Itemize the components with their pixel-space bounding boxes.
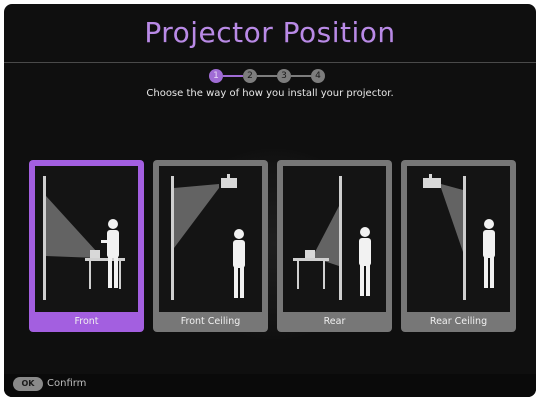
rear-ceiling-illustration — [407, 166, 510, 312]
instruction-text: Choose the way of how you install your p… — [146, 88, 394, 99]
option-rear-label: Rear — [323, 316, 346, 327]
page-title: Projector Position — [144, 16, 396, 49]
projector-position-screen: Projector Position 1 2 3 4 Choose the wa… — [4, 4, 536, 397]
option-front-label: Front — [74, 316, 99, 327]
option-rear[interactable]: Rear — [277, 160, 392, 332]
step-3: 3 — [277, 69, 291, 83]
front-ceiling-illustration — [159, 166, 262, 312]
step-indicator: 1 2 3 4 — [209, 69, 339, 85]
step-connector — [223, 75, 243, 77]
confirm-label: Confirm — [47, 378, 87, 389]
ok-button[interactable]: OK — [13, 377, 43, 391]
option-front-ceiling-label: Front Ceiling — [180, 316, 241, 327]
step-2: 2 — [243, 69, 257, 83]
step-connector — [291, 75, 311, 77]
title-divider — [4, 62, 536, 63]
rear-illustration — [283, 166, 386, 312]
option-front-ceiling[interactable]: Front Ceiling — [153, 160, 268, 332]
option-front[interactable]: Front — [29, 160, 144, 332]
step-1: 1 — [209, 69, 223, 83]
option-rear-ceiling-label: Rear Ceiling — [429, 316, 488, 327]
front-illustration — [35, 166, 138, 312]
step-connector — [257, 75, 277, 77]
option-rear-ceiling[interactable]: Rear Ceiling — [401, 160, 516, 332]
step-4: 4 — [311, 69, 325, 83]
